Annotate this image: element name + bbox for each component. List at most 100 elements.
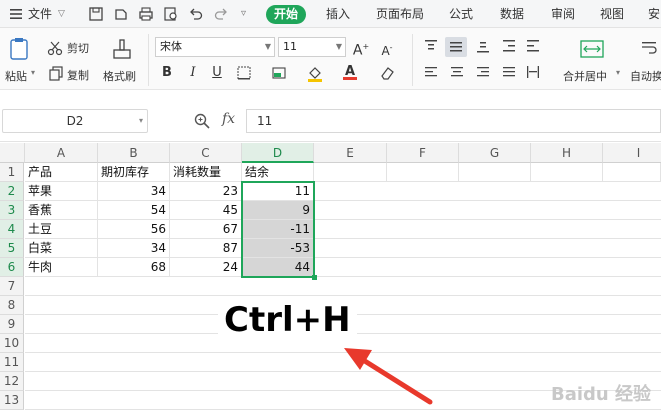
row-header[interactable]: 11 (0, 353, 24, 372)
font-color-icon[interactable]: A (341, 63, 359, 81)
row-header[interactable]: 10 (0, 334, 24, 353)
row-header[interactable]: 9 (0, 315, 24, 334)
tab-insert[interactable]: 插入 (326, 0, 350, 28)
fill-handle[interactable] (312, 275, 317, 280)
column-header-h[interactable]: H (531, 143, 603, 163)
cell-h1[interactable] (531, 163, 603, 182)
increase-font-icon[interactable]: A+ (352, 38, 370, 59)
cell-a6[interactable]: 牛肉 (25, 258, 98, 277)
tab-page-layout[interactable]: 页面布局 (376, 0, 424, 28)
row-header[interactable]: 12 (0, 372, 24, 391)
cell-e1[interactable] (314, 163, 387, 182)
copy-button[interactable]: 复制 (67, 67, 89, 83)
row-header[interactable]: 5 (0, 239, 24, 258)
menu-icon[interactable] (8, 6, 24, 22)
merge-center-icon[interactable] (579, 38, 605, 60)
fx-icon[interactable]: fx (222, 111, 235, 127)
clear-format-icon[interactable] (378, 64, 396, 82)
align-left-icon[interactable] (422, 64, 440, 82)
chevron-down-icon[interactable]: ▽ (58, 0, 65, 28)
export-icon[interactable] (113, 6, 129, 22)
empty-cells-area[interactable] (314, 182, 661, 277)
underline-icon[interactable]: U (208, 64, 226, 82)
select-all-corner[interactable] (0, 143, 25, 163)
row-header[interactable]: 13 (0, 391, 24, 410)
decrease-font-icon[interactable]: A- (378, 39, 396, 58)
align-bottom-icon[interactable] (474, 38, 492, 56)
font-size-select[interactable]: 11 ▼ (278, 37, 346, 57)
print-icon[interactable] (138, 6, 154, 22)
align-middle-icon[interactable] (445, 37, 467, 57)
italic-icon[interactable]: I (184, 64, 202, 82)
cell-d3[interactable]: 9 (242, 201, 314, 220)
cell-b3[interactable]: 54 (98, 201, 170, 220)
column-header-g[interactable]: G (459, 143, 531, 163)
tab-security[interactable]: 安 (648, 0, 660, 28)
wrap-text-icon[interactable] (640, 38, 660, 58)
row-header[interactable]: 3 (0, 201, 24, 220)
auto-wrap-button[interactable]: 自动换 (630, 68, 661, 84)
tab-data[interactable]: 数据 (500, 0, 524, 28)
save-icon[interactable] (88, 6, 104, 22)
cell-b2[interactable]: 34 (98, 182, 170, 201)
paste-button[interactable]: 粘贴 (5, 68, 27, 84)
cell-c6[interactable]: 24 (170, 258, 242, 277)
cell-d1[interactable]: 结余 (242, 163, 314, 182)
cut-button[interactable]: 剪切 (67, 40, 89, 56)
cell-c4[interactable]: 67 (170, 220, 242, 239)
merge-center-button[interactable]: 合并居中 (563, 68, 607, 84)
cell-a1[interactable]: 产品 (25, 163, 98, 182)
cell-b1[interactable]: 期初库存 (98, 163, 170, 182)
file-menu[interactable]: 文件 (28, 0, 52, 28)
align-right-icon[interactable] (474, 64, 492, 82)
cell-a3[interactable]: 香蕉 (25, 201, 98, 220)
zoom-search-icon[interactable] (193, 112, 211, 130)
copy-icon[interactable] (48, 65, 64, 81)
column-header-c[interactable]: C (170, 143, 242, 163)
border-icon[interactable] (235, 64, 253, 82)
column-header-b[interactable]: B (98, 143, 170, 163)
cell-d6[interactable]: 44 (242, 258, 314, 277)
justify-icon[interactable] (500, 64, 518, 82)
row-header[interactable]: 6 (0, 258, 24, 277)
font-name-select[interactable]: 宋体 ▼ (155, 37, 275, 57)
indent-icon[interactable] (500, 38, 518, 56)
undo-icon[interactable] (188, 6, 204, 22)
distribute-icon[interactable] (524, 64, 542, 82)
column-header-a[interactable]: A (25, 143, 98, 163)
tab-view[interactable]: 视图 (600, 0, 624, 28)
cell-c3[interactable]: 45 (170, 201, 242, 220)
cell-d2[interactable]: 11 (242, 182, 314, 201)
paste-icon[interactable] (8, 36, 32, 62)
row-header[interactable]: 8 (0, 296, 24, 315)
cell-d5[interactable]: -53 (242, 239, 314, 258)
outdent-icon[interactable] (524, 38, 542, 56)
column-header-d[interactable]: D (242, 143, 314, 163)
cell-a5[interactable]: 白菜 (25, 239, 98, 258)
row-header[interactable]: 2 (0, 182, 24, 201)
cell-c5[interactable]: 87 (170, 239, 242, 258)
cell-c1[interactable]: 消耗数量 (170, 163, 242, 182)
cell-a2[interactable]: 苹果 (25, 182, 98, 201)
bold-icon[interactable]: B (158, 64, 176, 82)
format-painter-icon[interactable] (110, 37, 134, 61)
align-top-icon[interactable] (422, 38, 440, 56)
align-center-icon[interactable] (448, 64, 466, 82)
column-header-f[interactable]: F (387, 143, 459, 163)
scissors-icon[interactable] (47, 40, 63, 56)
cell-d4[interactable]: -11 (242, 220, 314, 239)
tab-review[interactable]: 审阅 (551, 0, 575, 28)
column-header-i[interactable]: I (603, 143, 661, 163)
customize-icon[interactable]: ▿ (241, 0, 246, 28)
paste-dropdown-icon[interactable]: ▾ (31, 68, 35, 77)
tab-formulas[interactable]: 公式 (449, 0, 473, 28)
column-header-e[interactable]: E (314, 143, 387, 163)
redo-icon[interactable] (213, 6, 229, 22)
cell-b5[interactable]: 34 (98, 239, 170, 258)
cell-i1[interactable] (603, 163, 661, 182)
cell-b6[interactable]: 68 (98, 258, 170, 277)
cell-a4[interactable]: 土豆 (25, 220, 98, 239)
row-header[interactable]: 4 (0, 220, 24, 239)
chevron-down-icon[interactable]: ▾ (616, 68, 620, 77)
name-box[interactable]: D2 ▾ (2, 109, 148, 133)
